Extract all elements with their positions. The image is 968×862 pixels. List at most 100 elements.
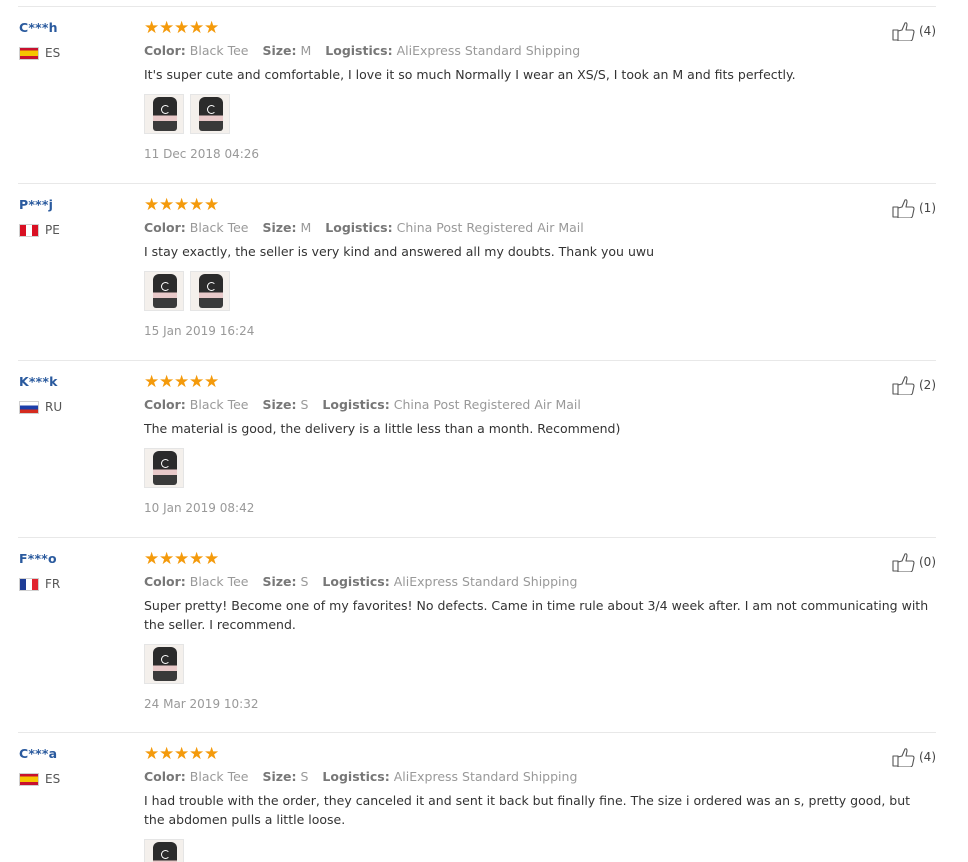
review-text: I had trouble with the order, they cance… bbox=[144, 793, 911, 827]
size-value: M bbox=[300, 43, 312, 58]
helpful-button[interactable]: (4) bbox=[892, 21, 936, 41]
thumbs-up-icon bbox=[892, 199, 915, 218]
star-icon: ★ bbox=[174, 371, 190, 392]
review-item: P***j PE ★ ★ ★ ★ ★ Color: Black Tee Size: M … bbox=[18, 183, 936, 360]
helpful-button[interactable]: (0) bbox=[892, 552, 936, 572]
star-icon: ★ bbox=[189, 194, 205, 215]
color-label: Color: bbox=[144, 769, 186, 784]
buyer-name: F***o bbox=[19, 551, 57, 566]
star-rating: ★ ★ ★ ★ ★ bbox=[144, 19, 864, 37]
color-label: Color: bbox=[144, 43, 186, 58]
star-icon: ★ bbox=[174, 548, 190, 569]
size-label: Size: bbox=[262, 574, 297, 589]
country-code: PE bbox=[45, 223, 60, 237]
star-icon: ★ bbox=[174, 194, 190, 215]
order-attributes: Color: Black Tee Size: M Logistics: AliE… bbox=[144, 42, 864, 60]
thumbs-up-icon bbox=[892, 553, 915, 572]
star-rating: ★ ★ ★ ★ ★ bbox=[144, 196, 864, 214]
color-value: Black Tee bbox=[189, 43, 249, 58]
order-attributes: Color: Black Tee Size: S Logistics: AliE… bbox=[144, 573, 864, 591]
review-content: ★ ★ ★ ★ ★ Color: Black Tee Size: S Logistics… bbox=[144, 373, 864, 516]
order-attributes: Color: Black Tee Size: M Logistics: Chin… bbox=[144, 219, 864, 237]
logistics-value: China Post Registered Air Mail bbox=[396, 220, 584, 235]
review-photos bbox=[144, 271, 864, 311]
review-photo-thumbnail[interactable] bbox=[190, 271, 230, 311]
review-photo-thumbnail[interactable] bbox=[144, 839, 184, 862]
size-label: Size: bbox=[262, 397, 297, 412]
review-date: 24 Mar 2019 10:32 bbox=[144, 697, 259, 711]
helpful-count: (4) bbox=[919, 750, 936, 764]
star-icon: ★ bbox=[144, 743, 160, 764]
review-content: ★ ★ ★ ★ ★ Color: Black Tee Size: M Logistics… bbox=[144, 19, 864, 162]
france-flag-icon bbox=[19, 577, 39, 591]
size-value: M bbox=[300, 220, 312, 235]
star-icon: ★ bbox=[159, 743, 175, 764]
star-rating: ★ ★ ★ ★ ★ bbox=[144, 373, 864, 391]
helpful-button[interactable]: (1) bbox=[892, 198, 936, 218]
review-photo-thumbnail[interactable] bbox=[144, 94, 184, 134]
buyer-country: FR bbox=[19, 577, 129, 591]
review-content: ★ ★ ★ ★ ★ Color: Black Tee Size: M Logistics… bbox=[144, 196, 864, 339]
star-icon: ★ bbox=[144, 194, 160, 215]
logistics-label: Logistics: bbox=[322, 769, 390, 784]
star-icon: ★ bbox=[189, 743, 205, 764]
size-value: S bbox=[300, 769, 309, 784]
country-code: ES bbox=[45, 46, 61, 60]
review-photo-thumbnail[interactable] bbox=[144, 448, 184, 488]
review-item: C***a ES ★ ★ ★ ★ ★ Color: Black Tee Size: S … bbox=[18, 732, 936, 862]
order-attributes: Color: Black Tee Size: S Logistics: AliE… bbox=[144, 768, 864, 786]
thumbs-up-icon bbox=[892, 22, 915, 41]
buyer-country: ES bbox=[19, 46, 129, 60]
color-label: Color: bbox=[144, 574, 186, 589]
review-date: 15 Jan 2019 16:24 bbox=[144, 324, 255, 338]
country-code: ES bbox=[45, 772, 61, 786]
buyer-info: C***a ES bbox=[19, 746, 129, 786]
spain-flag-icon bbox=[19, 46, 39, 60]
size-label: Size: bbox=[262, 220, 297, 235]
review-photo-thumbnail[interactable] bbox=[190, 94, 230, 134]
buyer-name: P***j bbox=[19, 197, 54, 212]
star-rating: ★ ★ ★ ★ ★ bbox=[144, 745, 864, 763]
review-content: ★ ★ ★ ★ ★ Color: Black Tee Size: S Logistics… bbox=[144, 550, 928, 712]
size-label: Size: bbox=[262, 43, 297, 58]
helpful-button[interactable]: (2) bbox=[892, 375, 936, 395]
buyer-country: ES bbox=[19, 772, 129, 786]
logistics-value: China Post Registered Air Mail bbox=[393, 397, 581, 412]
review-photos bbox=[144, 94, 864, 134]
logistics-label: Logistics: bbox=[325, 43, 393, 58]
helpful-button[interactable]: (4) bbox=[892, 747, 936, 767]
star-icon: ★ bbox=[159, 548, 175, 569]
buyer-country: PE bbox=[19, 223, 129, 237]
review-item: F***o FR ★ ★ ★ ★ ★ Color: Black Tee Size: S … bbox=[18, 537, 936, 732]
review-text: The material is good, the delivery is a … bbox=[144, 421, 621, 436]
country-code: FR bbox=[45, 577, 61, 591]
star-icon: ★ bbox=[159, 371, 175, 392]
size-value: S bbox=[300, 574, 309, 589]
review-photo-thumbnail[interactable] bbox=[144, 644, 184, 684]
size-value: S bbox=[300, 397, 309, 412]
star-icon: ★ bbox=[144, 371, 160, 392]
review-photos bbox=[144, 644, 864, 684]
star-icon: ★ bbox=[144, 17, 160, 38]
thumbs-up-icon bbox=[892, 748, 915, 767]
buyer-name: K***k bbox=[19, 374, 58, 389]
star-icon: ★ bbox=[189, 548, 205, 569]
review-list: C***h ES ★ ★ ★ ★ ★ Color: Black Tee Size: M … bbox=[0, 0, 968, 862]
buyer-name: C***a bbox=[19, 746, 58, 761]
star-icon: ★ bbox=[144, 548, 160, 569]
helpful-count: (2) bbox=[919, 378, 936, 392]
review-item: C***h ES ★ ★ ★ ★ ★ Color: Black Tee Size: M … bbox=[18, 6, 936, 183]
star-rating: ★ ★ ★ ★ ★ bbox=[144, 550, 864, 568]
review-photos bbox=[144, 839, 864, 862]
helpful-count: (1) bbox=[919, 201, 936, 215]
review-photo-thumbnail[interactable] bbox=[144, 271, 184, 311]
review-text: Super pretty! Become one of my favorites… bbox=[144, 598, 929, 632]
star-icon: ★ bbox=[204, 743, 220, 764]
review-photos bbox=[144, 448, 864, 488]
review-content: ★ ★ ★ ★ ★ Color: Black Tee Size: S Logistics… bbox=[144, 745, 910, 862]
buyer-info: K***k RU bbox=[19, 374, 129, 414]
logistics-label: Logistics: bbox=[322, 397, 390, 412]
color-value: Black Tee bbox=[189, 574, 249, 589]
star-icon: ★ bbox=[189, 371, 205, 392]
star-icon: ★ bbox=[174, 743, 190, 764]
